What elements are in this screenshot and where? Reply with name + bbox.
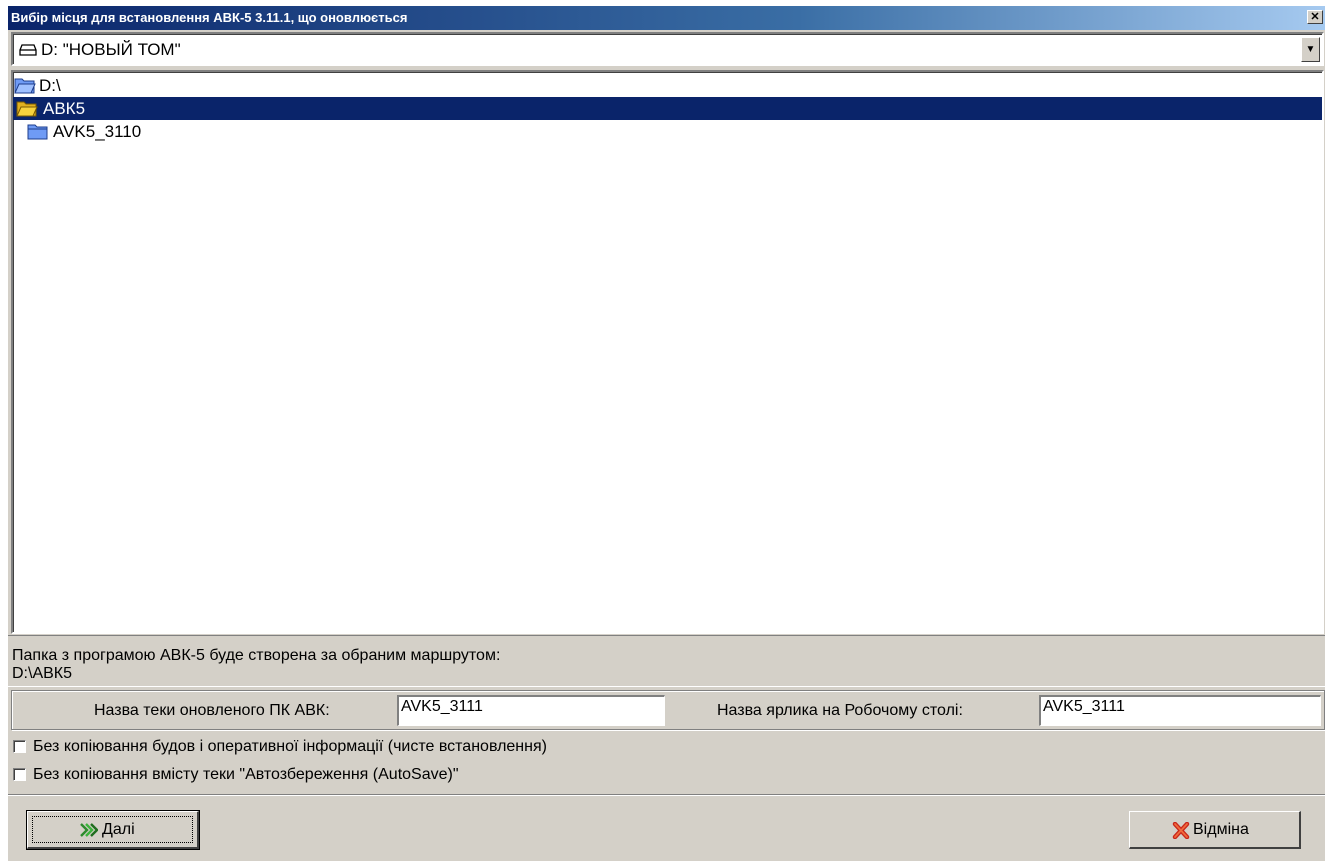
drive-select-value: D: "НОВЫЙ ТОМ": [41, 40, 181, 59]
tree-item-avk5-3110[interactable]: AVK5_3110: [13, 120, 1322, 143]
title-bar[interactable]: Вибір місця для встановлення АВК-5 3.11.…: [8, 6, 1325, 30]
shortcut-name-label: Назва ярлика на Робочому столі:: [717, 702, 963, 719]
next-button-label: Далі: [102, 821, 135, 838]
tree-item-avk5[interactable]: АВК5: [13, 97, 1322, 120]
chevron-down-icon: ▼: [1305, 44, 1316, 55]
installer-dialog: Вибір місця для встановлення АВК-5 3.11.…: [8, 6, 1325, 861]
cancel-button[interactable]: Відміна: [1129, 811, 1301, 849]
closed-folder-icon: [27, 124, 48, 140]
next-button[interactable]: Далі: [26, 810, 200, 850]
no-autosave-checkbox[interactable]: [13, 768, 26, 781]
tree-item-label: AVK5_3110: [53, 122, 142, 141]
folder-name-input[interactable]: [397, 695, 665, 726]
no-autosave-label: Без копіювання вмісту теки "Автозбережен…: [33, 766, 459, 783]
install-path-info: Папка з програмою АВК-5 буде створена за…: [8, 635, 1325, 687]
tree-item-label: D:\: [39, 76, 61, 95]
install-path-caption: Папка з програмою АВК-5 буде створена за…: [12, 647, 501, 664]
install-path-value: D:\АВК5: [12, 665, 73, 682]
red-x-icon: [1172, 822, 1190, 839]
close-icon: ✕: [1310, 11, 1320, 23]
open-folder-icon: [16, 101, 38, 117]
tree-item-drive-root[interactable]: D:\: [13, 74, 1322, 97]
close-button[interactable]: ✕: [1307, 10, 1323, 24]
window-title: Вибір місця для встановлення АВК-5 3.11.…: [11, 10, 408, 25]
drive-select[interactable]: D: "НОВЫЙ ТОМ" ▼: [11, 32, 1324, 66]
shortcut-name-input[interactable]: [1039, 695, 1321, 726]
folder-name-label: Назва теки оновленого ПК АВК:: [94, 702, 330, 719]
folder-tree[interactable]: D:\ АВК5 AVK5_3110: [11, 70, 1324, 634]
button-panel: Далі Відміна: [8, 794, 1325, 861]
drive-icon: [19, 44, 37, 56]
clean-install-checkbox[interactable]: [13, 740, 26, 753]
drive-dropdown-button[interactable]: ▼: [1301, 37, 1320, 62]
names-panel: Назва теки оновленого ПК АВК: Назва ярли…: [11, 690, 1325, 730]
open-folder-icon: [14, 78, 36, 94]
cancel-button-label: Відміна: [1193, 821, 1249, 838]
tree-item-label: АВК5: [43, 99, 86, 118]
double-chevron-right-icon: [80, 823, 98, 837]
clean-install-label: Без копіювання будов і оперативної інфор…: [33, 738, 547, 755]
